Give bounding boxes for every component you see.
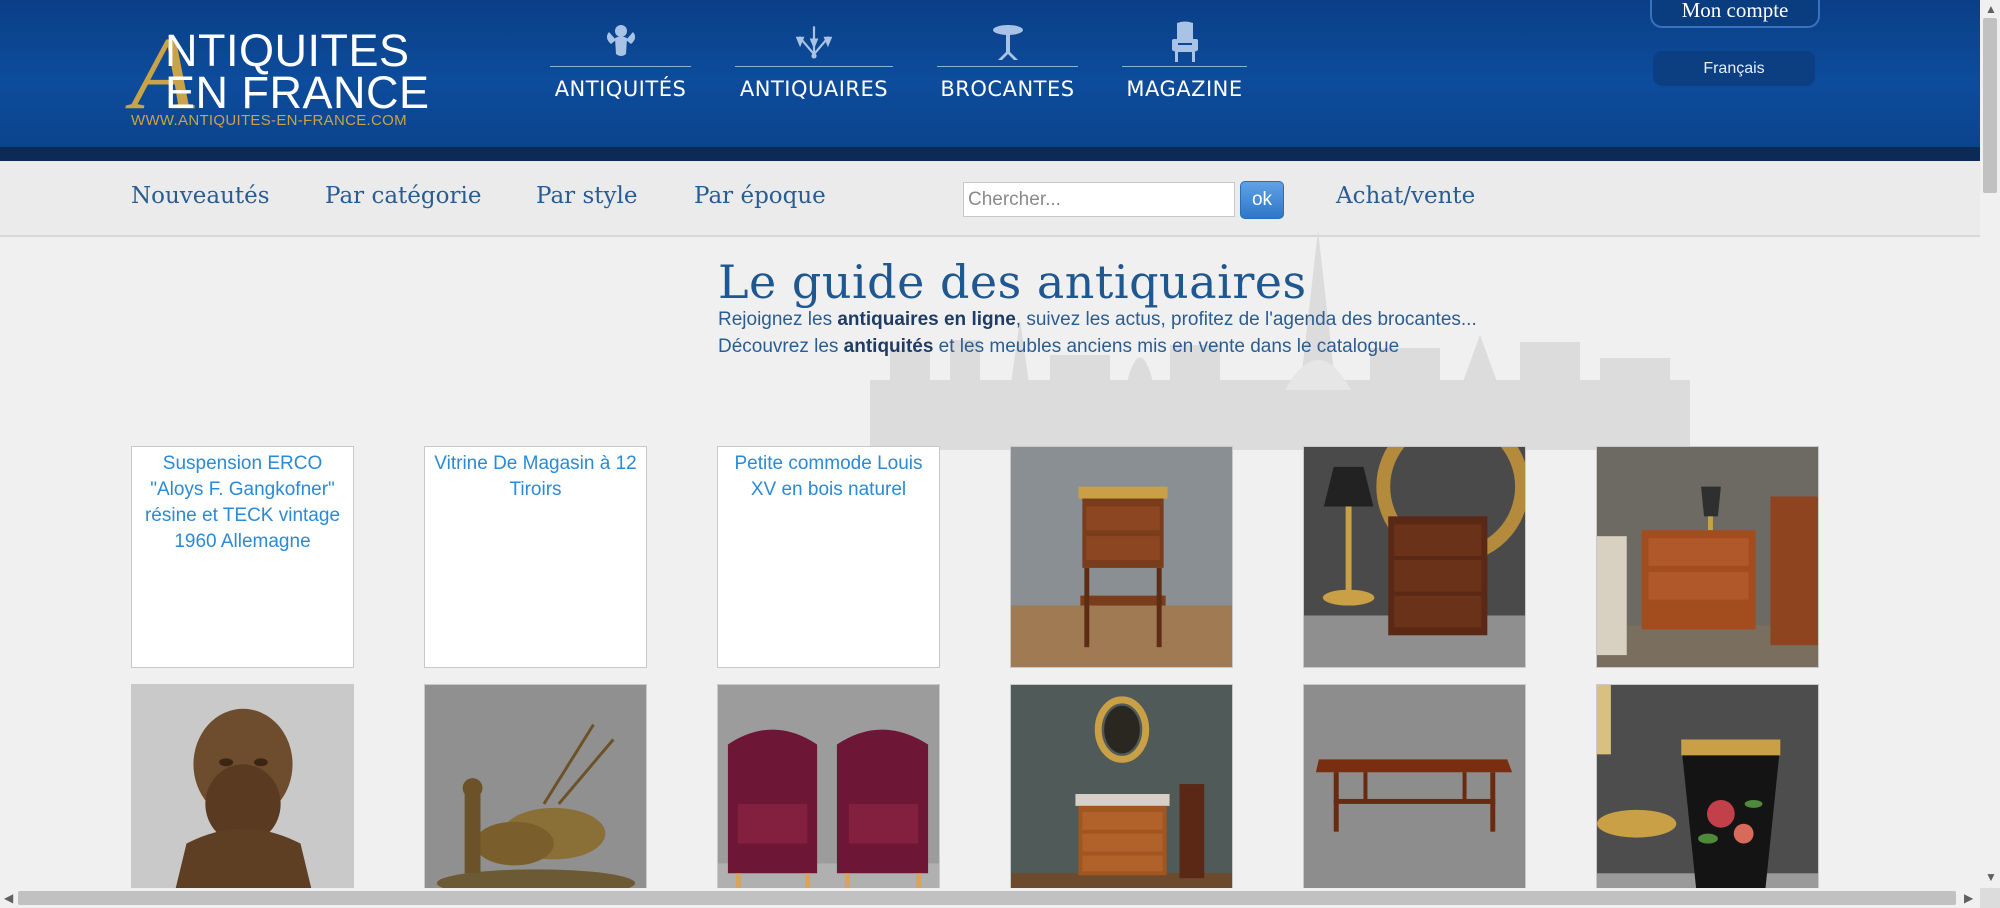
language-selector[interactable]: Français: [1653, 51, 1815, 86]
nav-divider: [550, 66, 691, 67]
vertical-scrollbar[interactable]: ▲ ▼: [1980, 0, 2000, 888]
product-image-commode-with-portrait: [1011, 685, 1232, 888]
product-card[interactable]: [1010, 684, 1233, 888]
site-logo[interactable]: A NTIQUITES EN FRANCE WWW.ANTIQUITES-EN-…: [131, 22, 451, 134]
main-nav: ANTIQUITÉS ANTIQUAIRES BROCANTES MAGAZIN…: [550, 21, 1247, 112]
nav-magazine[interactable]: MAGAZINE: [1122, 21, 1247, 112]
product-alt-text: Petite commode Louis XV en bois naturel: [734, 453, 923, 500]
horizontal-scroll-thumb[interactable]: [18, 891, 1956, 905]
nav-brocantes[interactable]: BROCANTES: [937, 22, 1078, 112]
intro-line-1: Rejoignez les antiquaires en ligne, suiv…: [718, 309, 1477, 330]
search-input[interactable]: [963, 182, 1235, 217]
header-border: [0, 147, 1980, 161]
product-card[interactable]: [424, 684, 647, 888]
site-header: A NTIQUITES EN FRANCE WWW.ANTIQUITES-EN-…: [0, 0, 1980, 147]
nav-label: ANTIQUAIRES: [739, 77, 889, 101]
product-card[interactable]: [1596, 684, 1819, 888]
product-card[interactable]: Suspension ERCO "Aloys F. Gangkofner" ré…: [131, 446, 354, 668]
sub-nav: Nouveautés Par catégorie Par style Par é…: [0, 161, 1980, 237]
vertical-scroll-thumb[interactable]: [1983, 18, 1997, 193]
product-image-nightstand-with-lamp: [1304, 447, 1525, 667]
product-card[interactable]: [1596, 446, 1819, 668]
scroll-down-arrow-icon[interactable]: ▼: [1985, 870, 1997, 884]
product-card[interactable]: Petite commode Louis XV en bois naturel: [717, 446, 940, 668]
nav-par-categorie[interactable]: Par catégorie: [325, 183, 481, 209]
nav-achat-vente[interactable]: Achat/vente: [1336, 183, 1475, 209]
product-image-bedside-table: [1597, 447, 1818, 667]
logo-url: WWW.ANTIQUITES-EN-FRANCE.COM: [131, 112, 407, 129]
intro-link-antiquites[interactable]: antiquités: [844, 336, 934, 357]
intro-link-antiquaires[interactable]: antiquaires en ligne: [837, 309, 1015, 330]
page: A NTIQUITES EN FRANCE WWW.ANTIQUITES-EN-…: [0, 0, 1980, 888]
product-image-coffee-table: [1304, 685, 1525, 888]
search-button[interactable]: ok: [1240, 181, 1284, 219]
product-image-bronze-oxen-sculpture: [425, 685, 646, 888]
intro-line-2: Découvrez les antiquités et les meubles …: [718, 336, 1400, 357]
page-title: Le guide des antiquaires: [718, 255, 1307, 309]
product-alt-text: Vitrine De Magasin à 12 Tiroirs: [434, 453, 637, 500]
nav-nouveautes[interactable]: Nouveautés: [131, 183, 270, 209]
cherub-icon: [601, 22, 641, 62]
logo-line-2: EN FRANCE: [165, 67, 430, 118]
product-card[interactable]: [1303, 684, 1526, 888]
nav-divider: [735, 66, 893, 67]
product-card[interactable]: [717, 684, 940, 888]
product-image-oval-side-table: [1011, 447, 1232, 667]
product-card[interactable]: [1010, 446, 1233, 668]
nav-par-epoque[interactable]: Par époque: [694, 183, 826, 209]
nav-antiquites[interactable]: ANTIQUITÉS: [550, 22, 691, 112]
account-button[interactable]: Mon compte: [1650, 0, 1820, 28]
product-image-painted-tole-basket: [1597, 685, 1818, 888]
scroll-up-arrow-icon[interactable]: ▲: [1985, 2, 1997, 16]
product-alt-text: Suspension ERCO "Aloys F. Gangkofner" ré…: [144, 453, 341, 552]
product-image-bronze-bust: [132, 685, 353, 888]
chandelier-icon: [794, 22, 834, 62]
product-card[interactable]: [1303, 446, 1526, 668]
nav-divider: [1122, 66, 1247, 67]
scrollbar-corner: [1980, 888, 2000, 908]
scroll-left-arrow-icon[interactable]: ◀: [4, 891, 13, 905]
nav-label: ANTIQUITÉS: [554, 77, 687, 101]
horizontal-scrollbar[interactable]: ◀ ▶: [0, 888, 1980, 908]
armchair-icon: [1165, 21, 1205, 62]
product-image-pair-velvet-armchairs: [718, 685, 939, 888]
scroll-right-arrow-icon[interactable]: ▶: [1964, 891, 1973, 905]
nav-label: BROCANTES: [940, 77, 1075, 101]
nav-divider: [937, 66, 1078, 67]
nav-par-style[interactable]: Par style: [536, 183, 637, 209]
product-card[interactable]: [131, 684, 354, 888]
nav-label: MAGAZINE: [1126, 77, 1243, 101]
nav-antiquaires[interactable]: ANTIQUAIRES: [735, 22, 893, 112]
product-card[interactable]: Vitrine De Magasin à 12 Tiroirs: [424, 446, 647, 668]
gueridon-table-icon: [988, 22, 1028, 62]
